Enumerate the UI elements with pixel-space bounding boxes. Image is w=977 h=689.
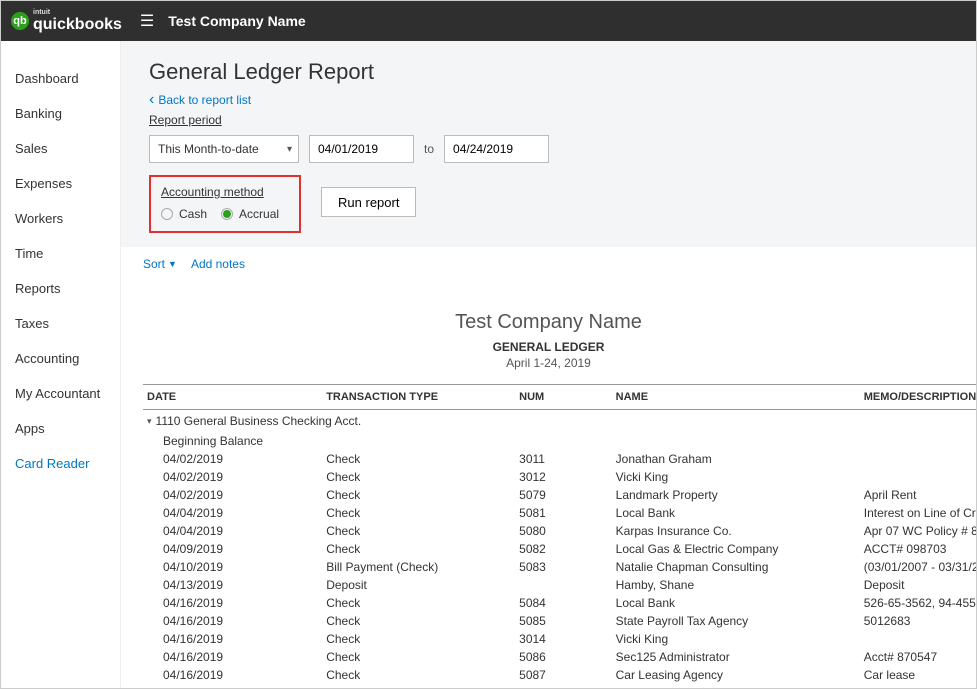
accounting-method-box: Accounting method Cash Accrual <box>149 175 301 233</box>
table-row[interactable]: 04/09/2019Check5082Local Gas & Electric … <box>143 540 976 558</box>
report-pane: Sort ▼ Add notes Test Company Name GENER… <box>121 247 976 688</box>
sidebar-item-my-accountant[interactable]: My Accountant <box>1 376 120 411</box>
report-toolbar: Sort ▼ Add notes <box>121 247 976 281</box>
run-report-button[interactable]: Run report <box>321 187 416 217</box>
sidebar-item-card-reader[interactable]: Card Reader <box>1 446 120 481</box>
col-memo[interactable]: MEMO/DESCRIPTION <box>860 385 976 410</box>
radio-accrual-circle <box>221 208 233 220</box>
chevron-down-icon: ▼ <box>168 259 177 269</box>
table-row[interactable]: 04/04/2019Check5080Karpas Insurance Co.A… <box>143 522 976 540</box>
radio-accrual-label: Accrual <box>239 207 279 221</box>
sidebar: DashboardBankingSalesExpensesWorkersTime… <box>1 41 121 688</box>
table-row[interactable]: 04/04/2019Check5081Local BankInterest on… <box>143 504 976 522</box>
period-label: Report period <box>149 113 948 127</box>
table-row[interactable]: 04/16/2019Check5087Car Leasing AgencyCar… <box>143 666 976 684</box>
brand-small: intuit <box>33 9 122 16</box>
report-company: Test Company Name <box>121 311 976 334</box>
table-header-row: DATE TRANSACTION TYPE NUM NAME MEMO/DESC… <box>143 385 976 410</box>
report-period: April 1-24, 2019 <box>121 356 976 370</box>
table-row[interactable]: 04/02/2019Check3011Jonathan Graham-Spl <box>143 450 976 468</box>
brand-name: quickbooks <box>33 16 122 33</box>
collapse-icon <box>147 414 156 428</box>
sidebar-item-sales[interactable]: Sales <box>1 131 120 166</box>
sort-label: Sort <box>143 257 165 271</box>
main-content: General Ledger Report Back to report lis… <box>121 41 976 688</box>
radio-cash-circle <box>161 208 173 220</box>
table-row[interactable]: 04/16/2019Check5084Local Bank526-65-3562… <box>143 594 976 612</box>
table-row[interactable]: 04/16/2019Check3014Vicki King-Spl <box>143 630 976 648</box>
table-row[interactable]: 04/10/2019Bill Payment (Check)5083Natali… <box>143 558 976 576</box>
company-name: Test Company Name <box>168 13 305 29</box>
radio-cash-label: Cash <box>179 207 207 221</box>
sidebar-item-apps[interactable]: Apps <box>1 411 120 446</box>
sort-link[interactable]: Sort ▼ <box>143 257 177 271</box>
table-row[interactable]: 04/16/2019Check5086Sec125 AdministratorA… <box>143 648 976 666</box>
method-label: Accounting method <box>161 185 279 199</box>
sidebar-item-expenses[interactable]: Expenses <box>1 166 120 201</box>
ledger-table: DATE TRANSACTION TYPE NUM NAME MEMO/DESC… <box>143 384 976 688</box>
col-name[interactable]: NAME <box>612 385 860 410</box>
col-num[interactable]: NUM <box>515 385 611 410</box>
sidebar-item-dashboard[interactable]: Dashboard <box>1 61 120 96</box>
sidebar-item-workers[interactable]: Workers <box>1 201 120 236</box>
beginning-balance-row: Beginning Balance <box>143 432 976 450</box>
sidebar-item-accounting[interactable]: Accounting <box>1 341 120 376</box>
add-notes-link[interactable]: Add notes <box>191 257 245 271</box>
report-header: Test Company Name GENERAL LEDGER April 1… <box>121 311 976 370</box>
report-subtitle: GENERAL LEDGER <box>121 340 976 354</box>
period-select[interactable]: This Month-to-date <box>149 135 299 163</box>
to-label: to <box>424 142 434 156</box>
qb-logo-icon: qb <box>11 12 29 30</box>
brand-logo: qb intuit quickbooks <box>11 9 122 34</box>
sidebar-item-banking[interactable]: Banking <box>1 96 120 131</box>
account-group-row[interactable]: 1110 General Business Checking Acct. <box>143 410 976 433</box>
period-value: This Month-to-date <box>158 142 259 156</box>
radio-cash[interactable]: Cash <box>161 207 207 221</box>
date-from-input[interactable] <box>309 135 414 163</box>
date-to-input[interactable] <box>444 135 549 163</box>
sidebar-item-taxes[interactable]: Taxes <box>1 306 120 341</box>
col-type[interactable]: TRANSACTION TYPE <box>322 385 515 410</box>
sidebar-item-time[interactable]: Time <box>1 236 120 271</box>
topbar: qb intuit quickbooks ☰ Test Company Name <box>1 1 976 41</box>
back-to-list-link[interactable]: Back to report list <box>149 91 251 109</box>
sidebar-item-reports[interactable]: Reports <box>1 271 120 306</box>
table-row[interactable]: 04/02/2019Check5079Landmark PropertyApri… <box>143 486 976 504</box>
table-row[interactable]: 04/02/2019Check3012Vicki King-Spl <box>143 468 976 486</box>
table-row[interactable]: 04/13/2019DepositHamby, ShaneDeposit150 <box>143 576 976 594</box>
page-title: General Ledger Report <box>149 59 948 85</box>
col-date[interactable]: DATE <box>143 385 322 410</box>
table-row[interactable]: 04/16/2019Check3013Jonathan Graham-Spl <box>143 684 976 688</box>
radio-accrual[interactable]: Accrual <box>221 207 279 221</box>
table-row[interactable]: 04/16/2019Check5085State Payroll Tax Age… <box>143 612 976 630</box>
report-controls: General Ledger Report Back to report lis… <box>121 41 976 247</box>
hamburger-icon[interactable]: ☰ <box>140 11 154 31</box>
